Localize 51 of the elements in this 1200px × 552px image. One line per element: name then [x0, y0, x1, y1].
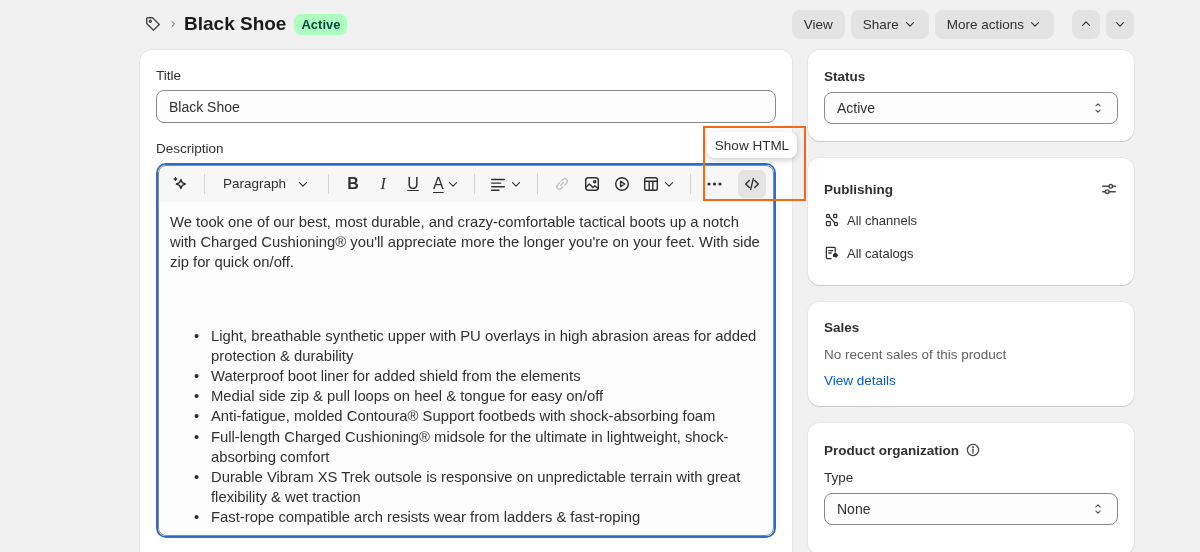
bullet-marker: •: [194, 387, 201, 407]
type-select[interactable]: None: [824, 493, 1118, 525]
page-title: Black Shoe: [184, 13, 287, 35]
channels-icon: [824, 212, 840, 228]
bullet-marker: •: [194, 407, 201, 427]
card-heading: Status: [824, 69, 867, 84]
bullet-marker: •: [194, 367, 201, 386]
tooltip: Show HTML: [707, 132, 797, 158]
bullet-item: Waterproof boot liner for added shield from the elements: [211, 367, 581, 386]
status-select[interactable]: Active: [824, 92, 1118, 124]
play-circle-icon: [612, 174, 631, 193]
bullet-item: Light, breathable synthetic upper with PU overlays in high abrasion areas for added protection & durability: [211, 326, 758, 366]
text-color-button[interactable]: A: [429, 169, 464, 198]
bullet-item: Medial side zip & pull loops on heel & tongue for easy on/off: [211, 387, 604, 407]
field-label: Type: [824, 470, 855, 485]
bold-button[interactable]: B: [339, 169, 368, 198]
description-paragraph: We took one of our best, most durable, and crazy-comfortable tactical boots up a notch with Charged Cushioning® you'll appreciate more the longer you're on your feet. With side zip for quick on/off.: [170, 213, 760, 273]
bullet-item: Fast-rope compatible arch resists wear from ladders & fast-roping: [211, 508, 641, 528]
catalog-icon: [824, 245, 840, 261]
format-dropdown[interactable]: Paragraph: [215, 169, 319, 198]
publishing-item[interactable]: All channels: [847, 212, 918, 228]
table-icon: [641, 174, 660, 193]
tag-icon: [144, 15, 162, 33]
html-button[interactable]: [738, 169, 766, 198]
bullet-item: Durable Vibram XS Trek outsole is responsive on unpredictable terrain with great flexibility & wet traction: [211, 468, 742, 508]
chevron-right-icon: [168, 18, 178, 30]
field-label: Description: [156, 141, 224, 156]
bullet-marker: •: [194, 468, 201, 488]
publishing-item[interactable]: All catalogs: [847, 245, 914, 261]
description-editor[interactable]: [156, 163, 776, 538]
view-details-link[interactable]: View details: [824, 373, 896, 388]
bullet-item: Full-length Charged Cushioning® midsole for the ultimate in lightweight, shock-absorbing comfort: [211, 427, 730, 467]
more-icon: [707, 181, 723, 186]
card-heading: Product organization: [824, 442, 959, 458]
status-badge: Active: [294, 13, 348, 35]
menu-button[interactable]: More actions: [934, 9, 1054, 39]
view-button[interactable]: View: [791, 9, 845, 39]
card-heading: Sales: [824, 320, 861, 335]
menu-button[interactable]: Share: [850, 9, 929, 39]
sales-message: No recent sales of this product: [824, 347, 1008, 362]
bullet-marker: •: [194, 326, 201, 346]
italic-button[interactable]: I: [369, 169, 398, 198]
title-field[interactable]: Black Shoe: [156, 90, 776, 123]
image-icon: [582, 174, 601, 193]
card-heading: Publishing: [824, 181, 893, 197]
field-label: Title: [156, 68, 181, 83]
info-icon: [965, 442, 981, 458]
bullet-marker: •: [194, 427, 201, 447]
underline-button[interactable]: U: [399, 169, 428, 198]
bullet-item: Anti-fatigue, molded Contoura® Support footbeds with shock-absorbing foam: [211, 407, 716, 427]
bullet-marker: •: [194, 508, 201, 528]
